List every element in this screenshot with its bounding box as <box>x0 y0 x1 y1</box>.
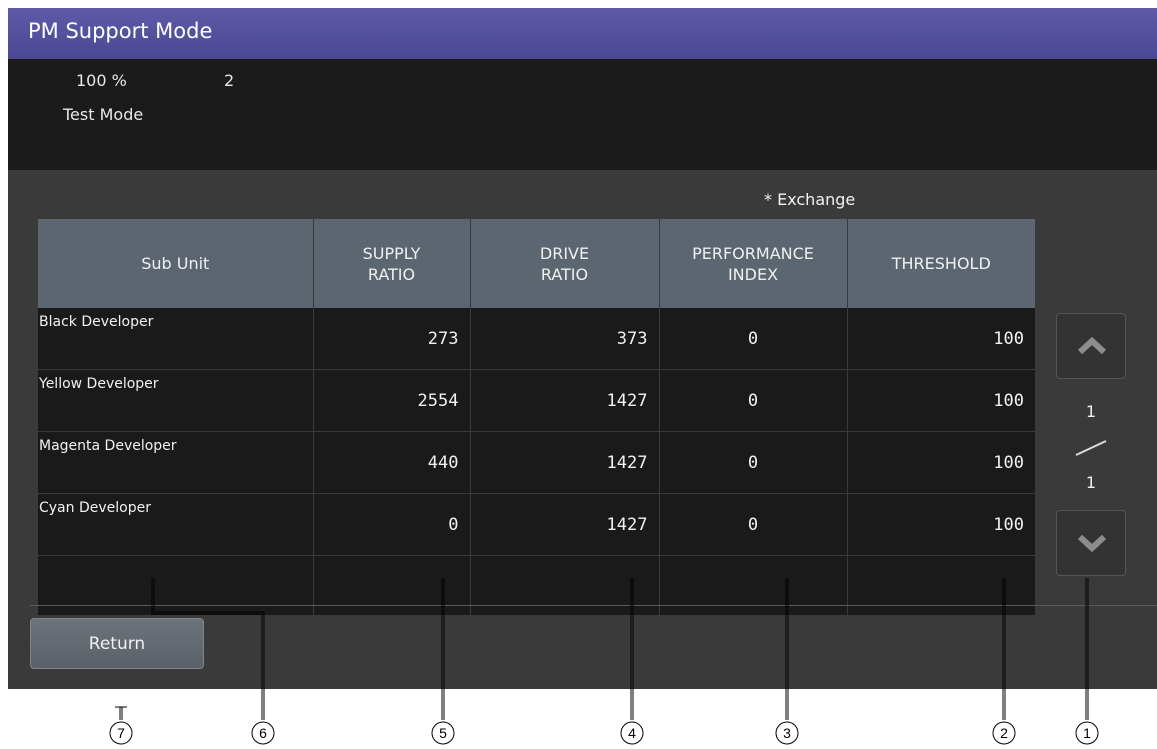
callout-label-2: 2 <box>1000 725 1008 741</box>
callout-label-5: 5 <box>439 725 447 741</box>
callout-label-6: 6 <box>259 725 267 741</box>
callout-label-3: 3 <box>783 725 791 741</box>
callout-label-1: 1 <box>1083 725 1091 741</box>
callout-overlay: 1 2 3 4 5 6 7 <box>109 578 1099 745</box>
callout-label-4: 4 <box>628 725 636 741</box>
callout-label-7: 7 <box>117 725 125 741</box>
